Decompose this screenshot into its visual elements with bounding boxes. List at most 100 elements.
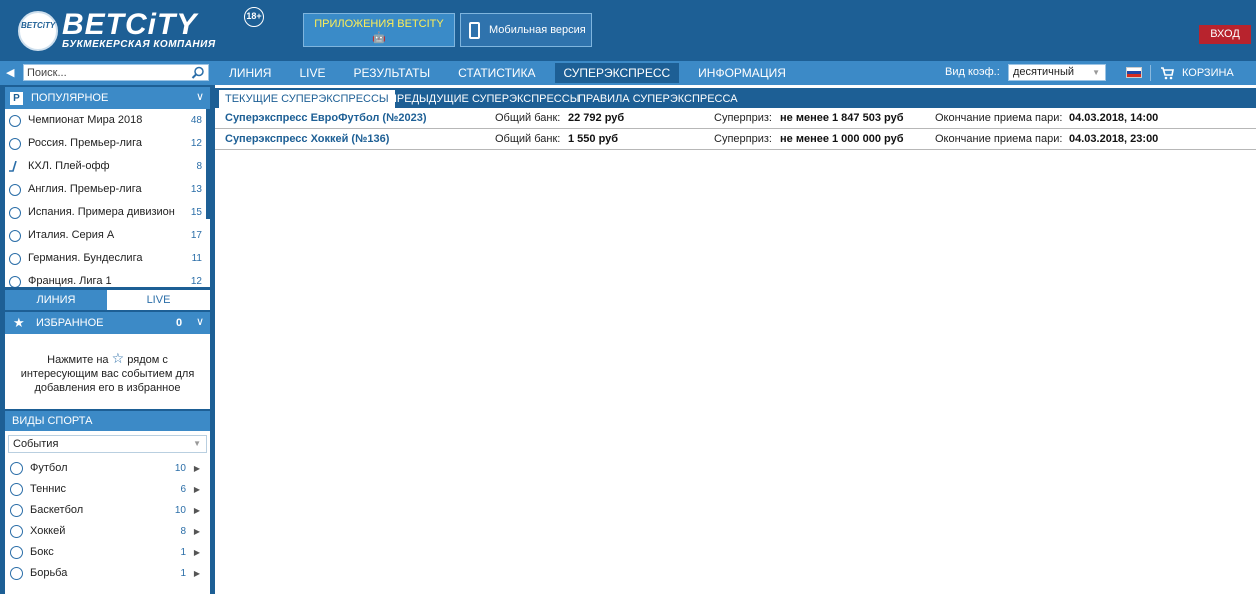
sports-list: События ▼ Футбол 10 ▶ Теннис 6 ▶ Баскетбол 10 ▶ Х… bbox=[5, 431, 210, 594]
odds-format-value: десятичный bbox=[1013, 66, 1075, 78]
logo-brand: BETCiTY bbox=[62, 8, 198, 41]
soccer-ball-icon bbox=[9, 138, 21, 150]
subtab-current[interactable]: ТЕКУЩИЕ СУПЕРЭКСПРЕССЫ bbox=[219, 90, 395, 108]
nav-tab-live[interactable]: LIVE bbox=[290, 61, 334, 85]
sport-count: 10 bbox=[174, 463, 186, 474]
popular-item-count: 17 bbox=[190, 230, 202, 241]
popular-item[interactable]: Франция. Лига 1 12 bbox=[5, 270, 210, 287]
popular-item[interactable]: Италия. Серия А 17 bbox=[5, 224, 210, 247]
popular-item[interactable]: Германия. Бундеслига 11 bbox=[5, 247, 210, 270]
boxing-glove-icon bbox=[10, 546, 23, 559]
superexpress-title-link[interactable]: Суперэкспресс ЕвроФутбол (№2023) bbox=[225, 112, 427, 124]
tab-line[interactable]: ЛИНИЯ bbox=[5, 290, 107, 310]
back-arrow-icon[interactable]: ◀ bbox=[6, 66, 14, 79]
popular-item-name: Россия. Премьер-лига bbox=[28, 137, 142, 149]
soccer-ball-logo-icon bbox=[18, 11, 58, 51]
favorites-title: ИЗБРАННОЕ bbox=[36, 317, 104, 329]
sport-item[interactable]: Хоккей 8 ▶ bbox=[5, 521, 210, 542]
popular-item[interactable]: Россия. Премьер-лига 12 bbox=[5, 132, 210, 155]
chevron-right-icon: ▶ bbox=[193, 548, 200, 557]
superexpress-title-link[interactable]: Суперэкспресс Хоккей (№136) bbox=[225, 133, 389, 145]
login-button[interactable]: ВХОД bbox=[1199, 25, 1251, 44]
nav-tab-information[interactable]: ИНФОРМАЦИЯ bbox=[689, 61, 795, 85]
sport-item[interactable]: Теннис 6 ▶ bbox=[5, 479, 210, 500]
nav-tab-superexpress[interactable]: СУПЕРЭКСПРЕСС bbox=[554, 63, 680, 83]
sport-name: Баскетбол bbox=[30, 504, 84, 516]
popular-item[interactable]: Чемпионат Мира 2018 48 bbox=[5, 109, 210, 132]
android-apple-icons: 🤖 bbox=[372, 32, 386, 44]
star-outline-icon: ☆ bbox=[111, 350, 125, 366]
star-icon: ★ bbox=[13, 315, 25, 330]
sport-count: 6 bbox=[180, 484, 186, 495]
popular-item-count: 12 bbox=[190, 138, 202, 149]
bank-label: Общий банк: bbox=[495, 112, 561, 124]
sport-item[interactable]: Борьба 1 ▶ bbox=[5, 563, 210, 584]
subtab-previous[interactable]: ПРЕДЫДУЩИЕ СУПЕРЭКСПРЕССЫ bbox=[383, 90, 585, 108]
hockey-stick-icon bbox=[10, 525, 23, 538]
odds-format-select[interactable]: десятичный ▼ bbox=[1008, 64, 1106, 81]
sport-name: Теннис bbox=[30, 483, 67, 495]
popular-icon: P bbox=[10, 92, 23, 105]
prize-value: не менее 1 000 000 руб bbox=[780, 133, 904, 145]
end-label: Окончание приема пари: bbox=[935, 112, 1063, 124]
popular-list: Чемпионат Мира 2018 48 Россия. Премьер-лиг… bbox=[5, 109, 210, 287]
chevron-right-icon: ▶ bbox=[193, 527, 200, 536]
mobile-version-button[interactable]: Мобильная версия bbox=[460, 13, 592, 47]
chevron-right-icon: ▶ bbox=[193, 464, 200, 473]
site-header: BETCiTY BETCiTY БУКМЕКЕРСКАЯ КОМПАНИЯ 18… bbox=[0, 0, 1256, 61]
prize-label: Суперприз: bbox=[714, 133, 772, 145]
cart-label: КОРЗИНА bbox=[1182, 67, 1234, 79]
superexpress-table: Суперэкспресс ЕвроФутбол (№2023) Общий ба… bbox=[215, 108, 1256, 150]
apps-button-label: ПРИЛОЖЕНИЯ BETCITY bbox=[314, 18, 444, 30]
logo-ball-text: BETCiTY bbox=[21, 21, 56, 30]
popular-scrollbar[interactable] bbox=[206, 109, 210, 219]
popular-item-count: 15 bbox=[190, 207, 202, 218]
popular-header[interactable]: P ПОПУЛЯРНОЕ ∨ bbox=[5, 87, 210, 109]
betcity-logo[interactable]: BETCiTY BETCiTY БУКМЕКЕРСКАЯ КОМПАНИЯ 18… bbox=[18, 7, 264, 53]
soccer-ball-icon bbox=[9, 253, 21, 265]
popular-item[interactable]: Англия. Премьер-лига 13 bbox=[5, 178, 210, 201]
end-label: Окончание приема пари: bbox=[935, 133, 1063, 145]
popular-item[interactable]: КХЛ. Плей-офф 8 bbox=[5, 155, 210, 178]
favorites-hint: Нажмите на ☆ рядом с интересующим вас со… bbox=[5, 334, 210, 409]
superexpress-row: Суперэкспресс Хоккей (№136) Общий банк: 1 … bbox=[215, 129, 1256, 150]
bank-value: 1 550 руб bbox=[568, 133, 619, 145]
subtab-rules[interactable]: ПРАВИЛА СУПЕРЭКСПРЕССА bbox=[572, 90, 744, 108]
cart-button[interactable]: КОРЗИНА bbox=[1154, 61, 1234, 85]
russian-flag-icon[interactable] bbox=[1126, 67, 1142, 78]
popular-item[interactable]: Испания. Примера дивизион 15 bbox=[5, 201, 210, 224]
events-select-value: События bbox=[13, 438, 59, 450]
popular-item-name: Англия. Премьер-лига bbox=[28, 183, 142, 195]
sport-item[interactable]: Бокс 1 ▶ bbox=[5, 542, 210, 563]
sport-name: Футбол bbox=[30, 462, 68, 474]
soccer-ball-icon bbox=[10, 462, 23, 475]
tab-live[interactable]: LIVE bbox=[107, 290, 210, 310]
popular-item-count: 11 bbox=[191, 253, 202, 264]
basketball-icon bbox=[10, 504, 23, 517]
chevron-right-icon: ▶ bbox=[193, 485, 200, 494]
age-limit-badge: 18+ bbox=[244, 7, 264, 27]
mobile-version-label: Мобильная версия bbox=[489, 24, 586, 36]
chevron-right-icon: ▶ bbox=[193, 569, 200, 578]
nav-tab-results[interactable]: РЕЗУЛЬТАТЫ bbox=[344, 61, 439, 85]
apps-button[interactable]: ПРИЛОЖЕНИЯ BETCITY 🤖 bbox=[303, 13, 455, 47]
sport-item[interactable]: Баскетбол 10 ▶ bbox=[5, 500, 210, 521]
popular-item-name: Испания. Примера дивизион bbox=[28, 206, 175, 218]
sport-item[interactable]: Футбол 10 ▶ bbox=[5, 458, 210, 479]
favorites-header[interactable]: ★ ИЗБРАННОЕ 0 ∨ bbox=[5, 312, 210, 334]
prize-label: Суперприз: bbox=[714, 112, 772, 124]
search-input[interactable] bbox=[27, 66, 187, 79]
sports-header: ВИДЫ СПОРТА bbox=[5, 411, 210, 431]
wrestling-icon bbox=[10, 567, 23, 580]
popular-item-name: Франция. Лига 1 bbox=[28, 275, 112, 287]
nav-tabs: ЛИНИЯ LIVE РЕЗУЛЬТАТЫ СТАТИСТИКА СУПЕРЭК… bbox=[220, 61, 805, 85]
soccer-ball-icon bbox=[9, 276, 21, 287]
nav-tab-statistics[interactable]: СТАТИСТИКА bbox=[449, 61, 544, 85]
chevron-down-icon: ∨ bbox=[195, 91, 204, 103]
bank-value: 22 792 руб bbox=[568, 112, 625, 124]
nav-tab-line[interactable]: ЛИНИЯ bbox=[220, 61, 280, 85]
left-sidebar: P ПОПУЛЯРНОЕ ∨ Чемпионат Мира 2018 48 Росс… bbox=[0, 85, 215, 594]
sport-count: 8 bbox=[180, 526, 186, 537]
events-select[interactable]: События ▼ bbox=[8, 435, 207, 453]
search-icon[interactable] bbox=[191, 66, 205, 79]
